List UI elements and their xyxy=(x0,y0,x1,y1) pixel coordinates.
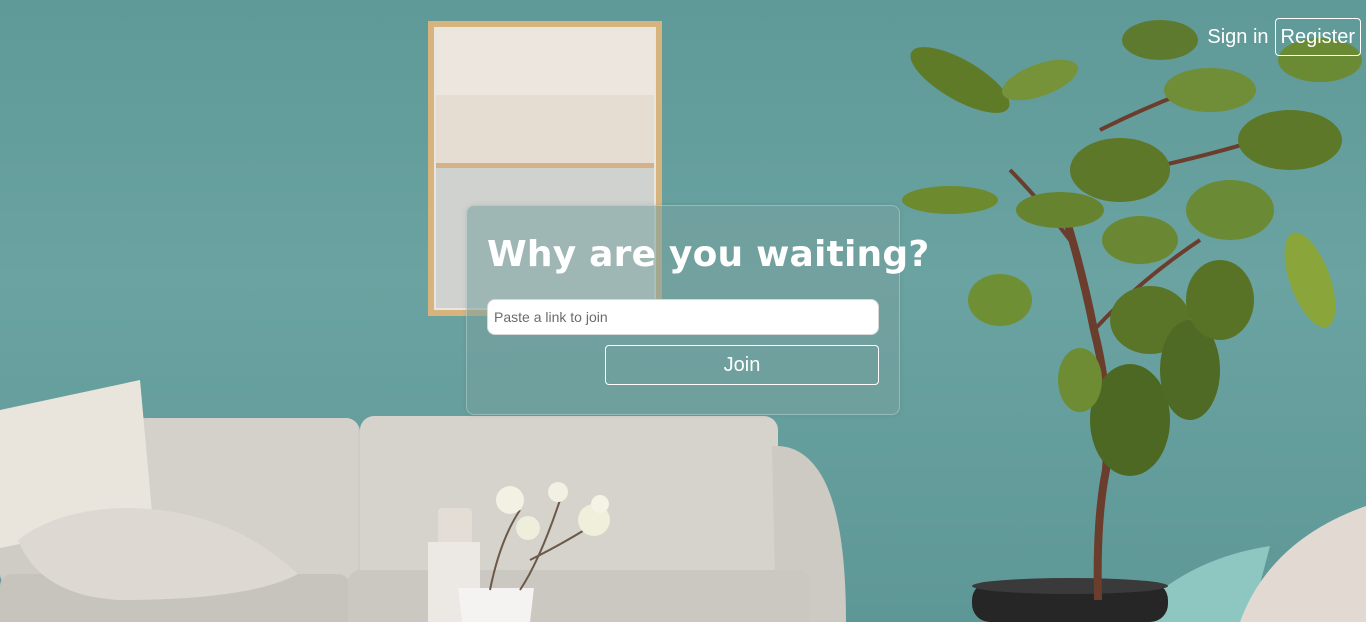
join-card: Why are you waiting? Join xyxy=(466,205,929,415)
fiddle-leaf-plant xyxy=(902,20,1362,622)
register-button[interactable]: Register xyxy=(1274,18,1361,56)
meeting-link-input[interactable] xyxy=(487,299,879,335)
sign-in-link[interactable]: Sign in xyxy=(1207,18,1268,56)
page-background: Sign in Register Why are you waiting? Jo… xyxy=(0,0,1366,622)
top-navigation: Sign in Register xyxy=(1207,18,1361,56)
join-button[interactable]: Join xyxy=(605,345,879,385)
card-title: Why are you waiting? xyxy=(487,234,930,275)
